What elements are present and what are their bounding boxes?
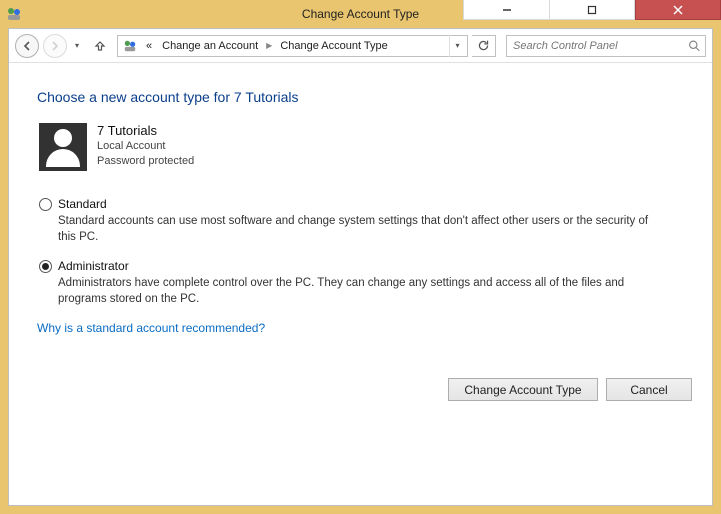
option-administrator: Administrator Administrators have comple… — [39, 259, 684, 307]
close-button[interactable] — [635, 0, 721, 20]
address-bar[interactable]: « Change an Account ▶ Change Account Typ… — [117, 35, 468, 57]
footer: Change Account Type Cancel — [9, 364, 712, 415]
titlebar[interactable]: Change Account Type — [0, 0, 721, 28]
address-dropdown[interactable]: ▾ — [449, 35, 465, 57]
option-description: Administrators have complete control ove… — [58, 276, 658, 307]
client-area: ▾ « Change an Account ▶ Change Account T… — [8, 28, 713, 506]
option-description: Standard accounts can use most software … — [58, 214, 658, 245]
user-type: Local Account — [97, 139, 194, 154]
search-icon — [688, 39, 701, 52]
radio-icon — [39, 198, 52, 211]
chevron-right-icon[interactable]: ▶ — [264, 41, 274, 50]
search-input[interactable] — [513, 40, 683, 52]
back-button[interactable] — [15, 34, 39, 58]
breadcrumb-level-1[interactable]: Change an Account — [158, 40, 262, 52]
avatar — [39, 123, 87, 171]
page-heading: Choose a new account type for 7 Tutorial… — [37, 89, 684, 105]
breadcrumb-level-2[interactable]: Change Account Type — [276, 40, 391, 52]
cancel-button[interactable]: Cancel — [606, 378, 692, 401]
option-label: Administrator — [58, 259, 129, 273]
option-label: Standard — [58, 197, 107, 211]
user-accounts-icon — [6, 6, 22, 22]
maximize-button[interactable] — [549, 0, 635, 20]
window-title: Change Account Type — [302, 7, 419, 21]
user-accounts-icon — [122, 38, 138, 54]
radio-icon — [39, 260, 52, 273]
option-standard: Standard Standard accounts can use most … — [39, 197, 684, 245]
search-box[interactable] — [506, 35, 706, 57]
minimize-button[interactable] — [463, 0, 549, 20]
user-info: 7 Tutorials Local Account Password prote… — [39, 123, 684, 171]
breadcrumb-overflow[interactable]: « — [142, 40, 156, 52]
help-link[interactable]: Why is a standard account recommended? — [37, 321, 684, 335]
recent-locations-dropdown[interactable]: ▾ — [71, 34, 83, 58]
user-name: 7 Tutorials — [97, 123, 194, 138]
radio-administrator[interactable]: Administrator — [39, 259, 684, 273]
radio-standard[interactable]: Standard — [39, 197, 684, 211]
account-type-options: Standard Standard accounts can use most … — [39, 197, 684, 307]
content-pane: Choose a new account type for 7 Tutorial… — [9, 63, 712, 335]
window-frame: Change Account Type ▾ — [0, 0, 721, 514]
refresh-button[interactable] — [472, 35, 496, 57]
change-account-type-button[interactable]: Change Account Type — [448, 378, 598, 401]
toolbar: ▾ « Change an Account ▶ Change Account T… — [9, 29, 712, 63]
up-button[interactable] — [89, 35, 111, 57]
user-protection: Password protected — [97, 154, 194, 169]
forward-button[interactable] — [43, 34, 67, 58]
